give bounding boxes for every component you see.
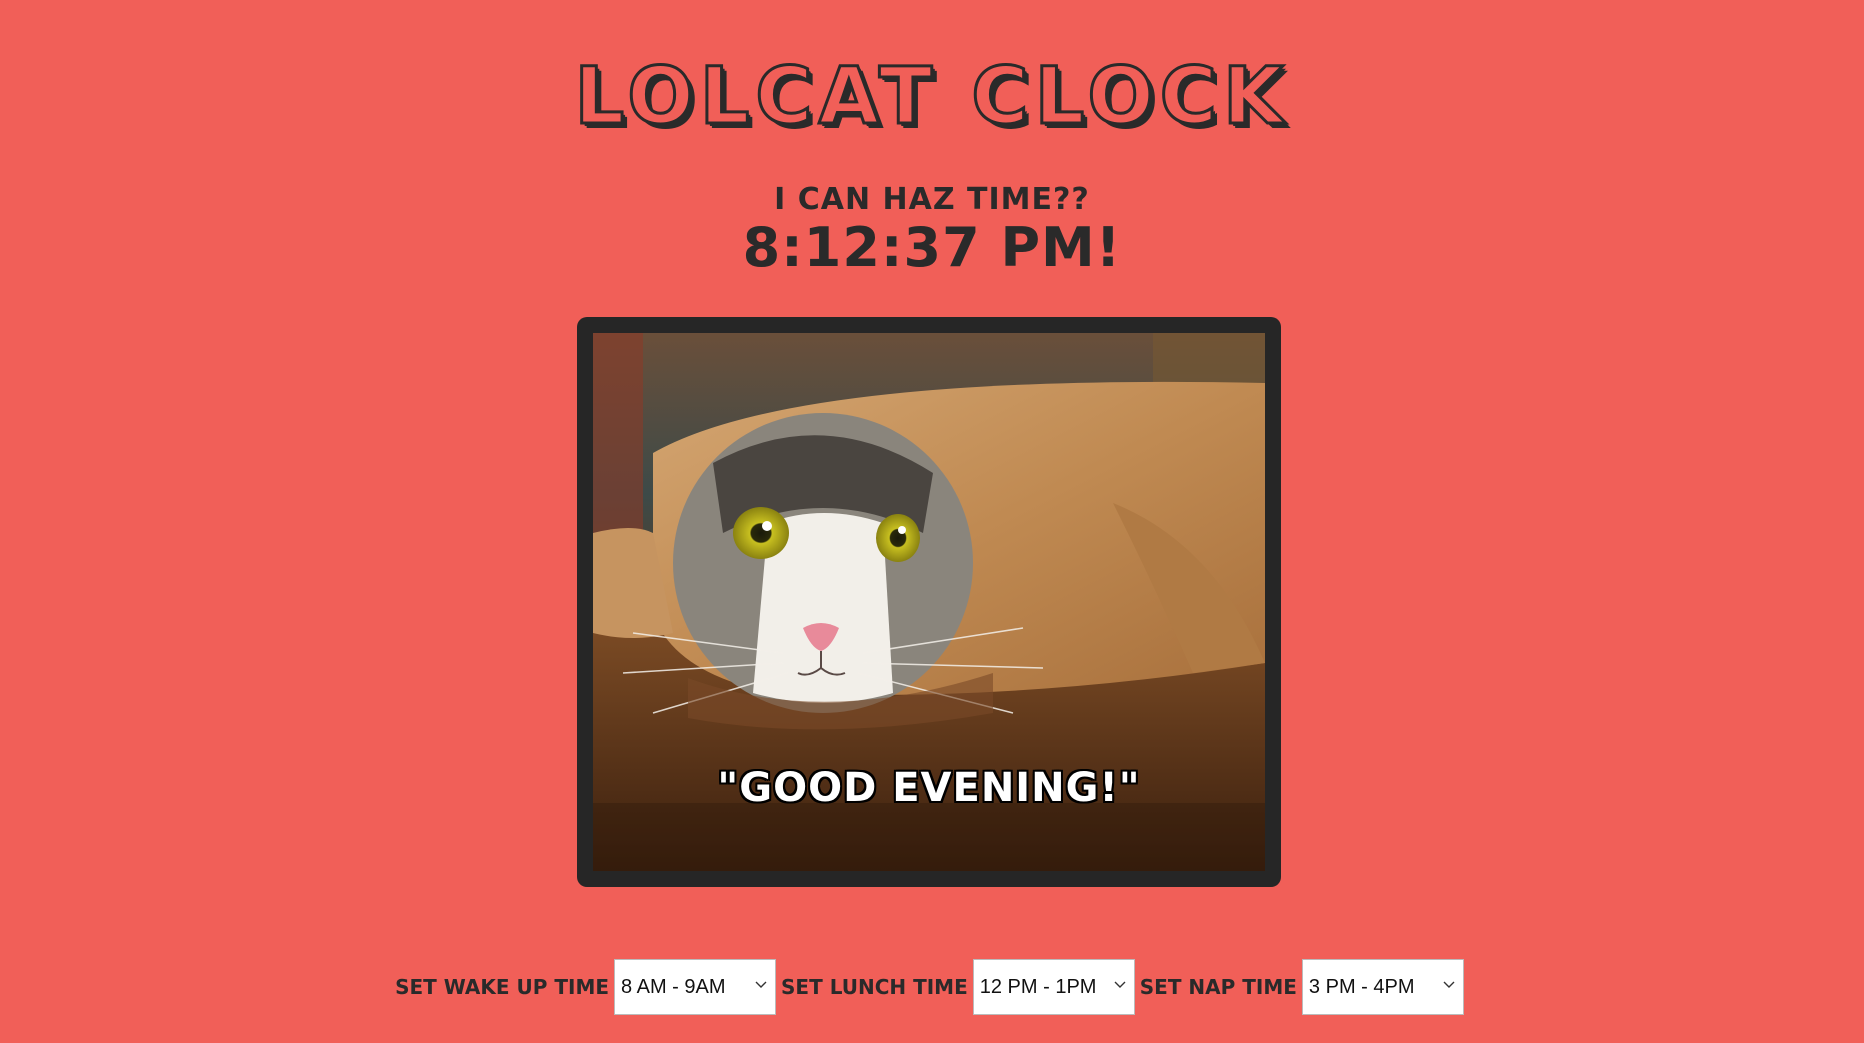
nap-time-value: 3 PM - 4PM	[1308, 975, 1415, 998]
chevron-down-icon	[755, 981, 767, 988]
image-frame: "GOOD EVENING!"	[577, 317, 1281, 887]
page: LOLCAT CLOCK I CAN HAZ TIME?? 8:12:37 PM…	[0, 0, 1864, 1043]
time-settings: SET WAKE UP TIME 8 AM - 9AM SET LUNCH TI…	[0, 958, 1864, 1016]
wake-time-value: 8 AM - 9AM	[621, 975, 726, 998]
time-display: 8:12:37 PM!	[742, 216, 1122, 279]
subtitle: I CAN HAZ TIME??	[774, 182, 1090, 217]
nap-time-label: SET NAP TIME	[1139, 975, 1297, 999]
nap-time-select[interactable]: 3 PM - 4PM	[1301, 959, 1464, 1015]
lunch-time-label: SET LUNCH TIME	[781, 975, 968, 999]
wake-time-label: SET WAKE UP TIME	[395, 975, 610, 999]
wake-time-select[interactable]: 8 AM - 9AM	[614, 959, 777, 1015]
image-caption: "GOOD EVENING!"	[717, 765, 1141, 811]
page-title: LOLCAT CLOCK	[573, 51, 1290, 144]
lunch-time-value: 12 PM - 1PM	[979, 975, 1097, 998]
lolcat-image: "GOOD EVENING!"	[593, 333, 1265, 871]
chevron-down-icon	[1443, 981, 1455, 988]
chevron-down-icon	[1114, 981, 1126, 988]
lunch-time-select[interactable]: 12 PM - 1PM	[972, 959, 1135, 1015]
